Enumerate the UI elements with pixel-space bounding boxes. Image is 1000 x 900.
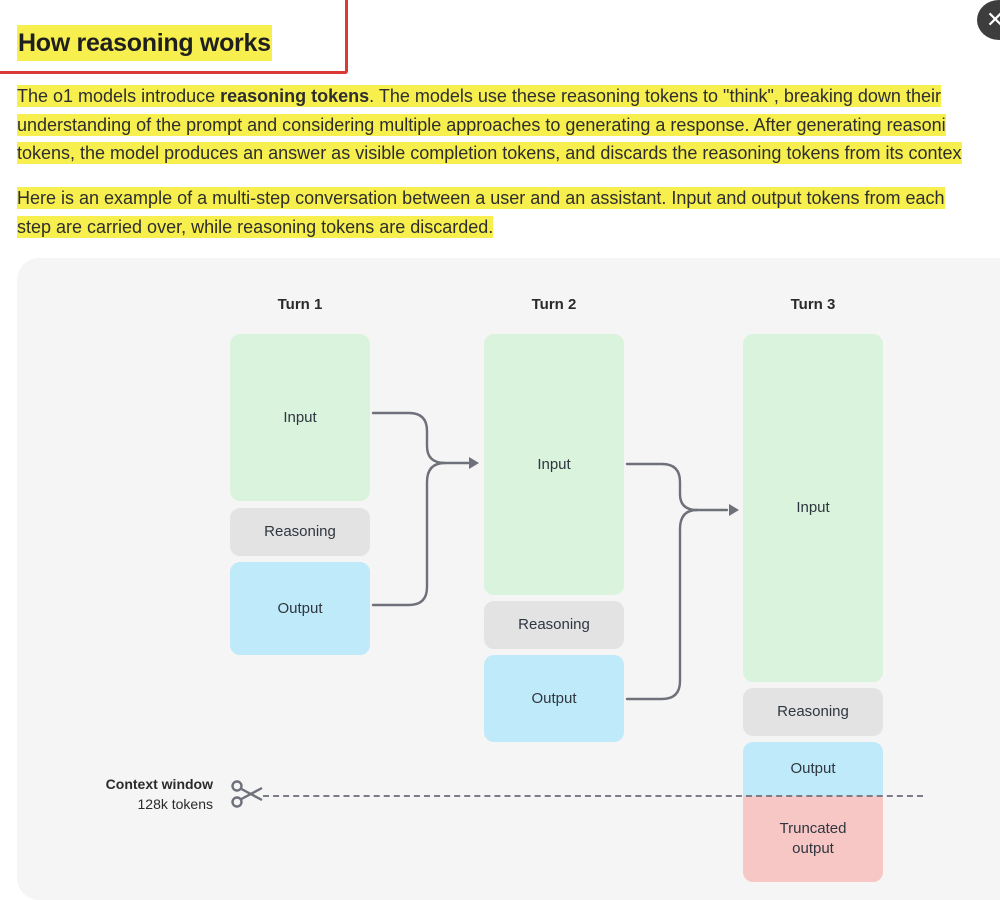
turn-2-reasoning-block: Reasoning [484,601,624,649]
arrow-t2-output [625,508,699,701]
close-icon: ✕ [986,7,1000,32]
scissors-icon [231,780,263,808]
intro-paragraph: The o1 models introduce reasoning tokens… [17,82,1000,168]
example-paragraph: Here is an example of a multi-step conve… [17,184,1000,241]
intro-text: tokens, the model produces an answer as … [17,142,962,164]
turn-1-label: Turn 1 [277,296,323,313]
block-label: Reasoning [264,523,336,540]
context-window-cutoff-line [263,795,923,797]
block-label: output [792,840,834,857]
context-window-label: Context window 128k tokens [87,774,213,814]
arrow-t1-output [371,461,447,607]
arrowhead-turn2 [469,457,479,469]
turn-1-input-block: Input [230,334,370,501]
turn-2-label: Turn 2 [531,296,577,313]
context-window-size: 128k tokens [137,796,214,812]
intro-text: . The models use these reasoning tokens … [369,86,941,106]
turn-3-truncated-output-block: Truncated output [743,796,883,882]
turn-2-input-block: Input [484,334,624,595]
turn-1-reasoning-block: Reasoning [230,508,370,556]
turn-1-output-block: Output [230,562,370,655]
intro-text: understanding of the prompt and consider… [17,113,946,136]
arrowhead-turn3 [729,504,739,516]
reasoning-tokens-emphasis: reasoning tokens [220,86,370,106]
arrow-t2-input [625,462,729,512]
turn-3-reasoning-block: Reasoning [743,688,883,736]
block-label: Truncated [779,820,847,837]
block-label: Input [796,499,830,516]
block-label: Input [283,408,317,426]
block-label: Reasoning [777,703,849,720]
arrow-t1-input [371,411,471,465]
block-label: Reasoning [518,616,590,633]
context-window-title: Context window [105,776,213,792]
turn-3-output-block: Output [743,742,883,796]
intro-text: The o1 models introduce [17,86,221,106]
reasoning-diagram: Turn 1 Input Reasoning Output Turn 2 Inp… [17,258,1000,900]
example-text: Here is an example of a multi-step conve… [17,187,945,209]
block-label: Output [277,599,323,617]
turn-2-output-block: Output [484,655,624,742]
example-text: step are carried over, while reasoning t… [17,215,494,238]
page-title: How reasoning works [17,25,272,61]
close-button[interactable]: ✕ [977,0,1000,40]
turn-3-input-block: Input [743,334,883,682]
block-label: Output [790,760,836,777]
turn-3-label: Turn 3 [790,296,836,313]
block-label: Input [537,455,571,473]
block-label: Output [531,689,577,707]
